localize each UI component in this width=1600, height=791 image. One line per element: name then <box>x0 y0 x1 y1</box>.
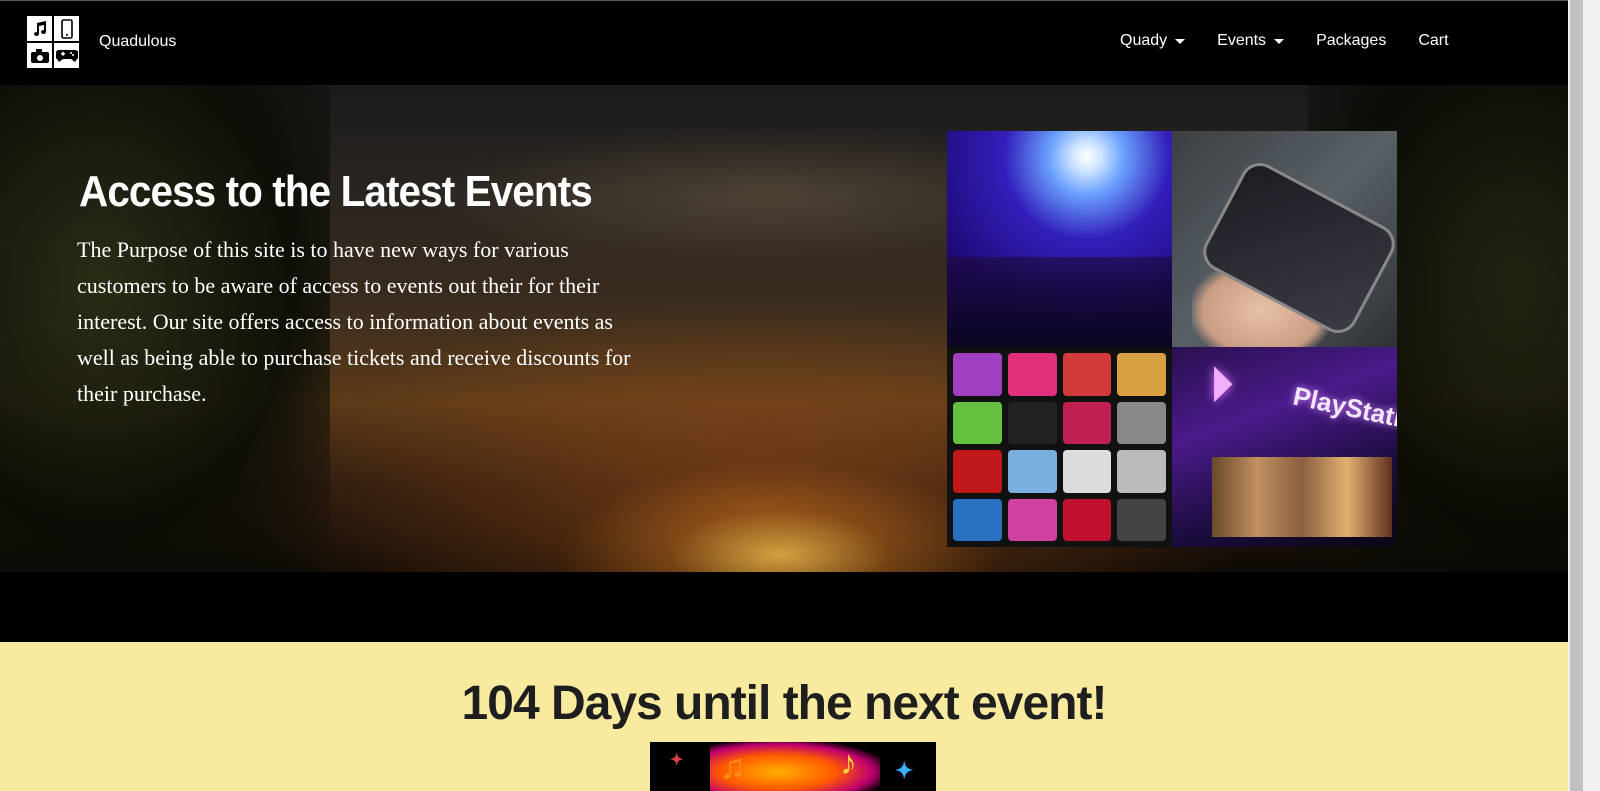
app-tile <box>1117 498 1166 541</box>
concert-image <box>947 131 1172 347</box>
site-logo[interactable] <box>27 16 79 68</box>
hero-section: Access to the Latest Events The Purpose … <box>0 85 1568 572</box>
nav-quady-dropdown[interactable]: Quady <box>1120 32 1186 50</box>
app-tile <box>953 498 1002 541</box>
butterfly-icon: ✦ <box>670 752 684 769</box>
brand-name[interactable]: Quadulous <box>99 33 176 51</box>
nav-cart-label: Cart <box>1418 32 1449 49</box>
playstation-logo-icon: ⏵ <box>1210 358 1233 410</box>
app-tile <box>1062 498 1112 541</box>
caret-down-icon <box>1175 38 1186 44</box>
vertical-scrollbar[interactable] <box>1568 0 1585 791</box>
app-tile <box>953 401 1002 444</box>
playstation-booth-image: ⏵ PlayStation <box>1172 347 1397 547</box>
music-note-icon: ♪ <box>840 744 857 782</box>
app-tile <box>1007 401 1057 444</box>
app-tile <box>1062 450 1112 493</box>
gamepad-icon <box>54 43 79 68</box>
countdown-heading: 104 Days until the next event! <box>461 677 1108 730</box>
black-divider-band <box>0 572 1568 642</box>
app-tile <box>1007 450 1057 493</box>
window-edge <box>1585 0 1600 791</box>
hero-title: Access to the Latest Events <box>79 167 593 216</box>
phone-icon <box>54 16 79 41</box>
streaming-apps-image <box>947 347 1172 547</box>
nav-packages-label: Packages <box>1316 32 1387 49</box>
app-tile <box>1117 353 1166 396</box>
navbar: Quadulous Quady Events Packages Cart <box>0 0 1568 85</box>
playstation-sign: PlayStation <box>1290 380 1397 440</box>
hero-description: The Purpose of this site is to have new … <box>77 237 631 406</box>
app-tile <box>1007 498 1057 541</box>
app-tile <box>1007 353 1057 396</box>
app-tile <box>953 450 1002 493</box>
app-tile <box>1062 353 1112 396</box>
scrollbar-thumb[interactable] <box>1570 0 1583 791</box>
caret-down-icon <box>1274 38 1285 44</box>
camera-icon <box>27 43 52 68</box>
butterfly-icon: ✦ <box>895 758 914 783</box>
hero-image-collage: ⏵ PlayStation <box>947 131 1397 547</box>
nav-cart-link[interactable]: Cart <box>1418 32 1448 50</box>
nav-quady-label: Quady <box>1120 32 1168 49</box>
app-tile <box>1117 450 1166 493</box>
app-tile <box>953 353 1002 396</box>
nav-menu: Quady Events Packages Cart <box>1120 32 1481 50</box>
smartphone-image <box>1172 131 1397 347</box>
nav-events-label: Events <box>1217 32 1267 49</box>
event-banner-image: ♫ ♪ ✦ ✦ <box>650 742 936 791</box>
nav-packages-link[interactable]: Packages <box>1316 32 1386 50</box>
concert-crowd <box>947 257 1172 347</box>
app-tile <box>1117 401 1166 444</box>
nav-events-dropdown[interactable]: Events <box>1217 32 1285 50</box>
app-tile <box>1062 401 1112 444</box>
music-note-icon <box>27 16 52 41</box>
music-note-icon: ♫ <box>720 748 746 786</box>
booth-screens <box>1212 457 1392 537</box>
countdown-section: 104 Days until the next event! ♫ ♪ ✦ ✦ <box>0 642 1568 791</box>
